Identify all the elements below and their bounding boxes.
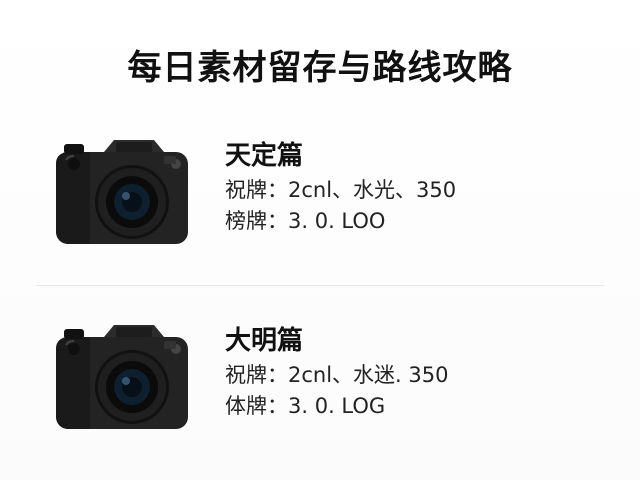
section-line-1: 祝牌：2cnl、水光、350 — [225, 178, 457, 202]
page-title: 每日素材留存与路线攻略 — [127, 48, 513, 88]
section-line-2: 榜牌：3. 0. LOO — [225, 209, 386, 233]
divider — [36, 285, 604, 286]
preset-section-daming: 大明篇 祝牌：2cnl、水迷. 350 体牌：3. 0. LOG — [0, 305, 640, 455]
section-heading: 大明篇 — [225, 326, 304, 356]
page: 每日素材留存与路线攻略 天定篇 祝牌：2cnl、水光、350 榜牌：3. 0. … — [0, 0, 640, 480]
camera-icon — [56, 140, 188, 244]
section-line-1: 祝牌：2cnl、水迷. 350 — [225, 363, 449, 387]
section-line-2: 体牌：3. 0. LOG — [225, 394, 386, 418]
camera-icon — [56, 325, 188, 429]
section-heading: 天定篇 — [225, 141, 304, 171]
preset-section-tianding: 天定篇 祝牌：2cnl、水光、350 榜牌：3. 0. LOO — [0, 120, 640, 270]
